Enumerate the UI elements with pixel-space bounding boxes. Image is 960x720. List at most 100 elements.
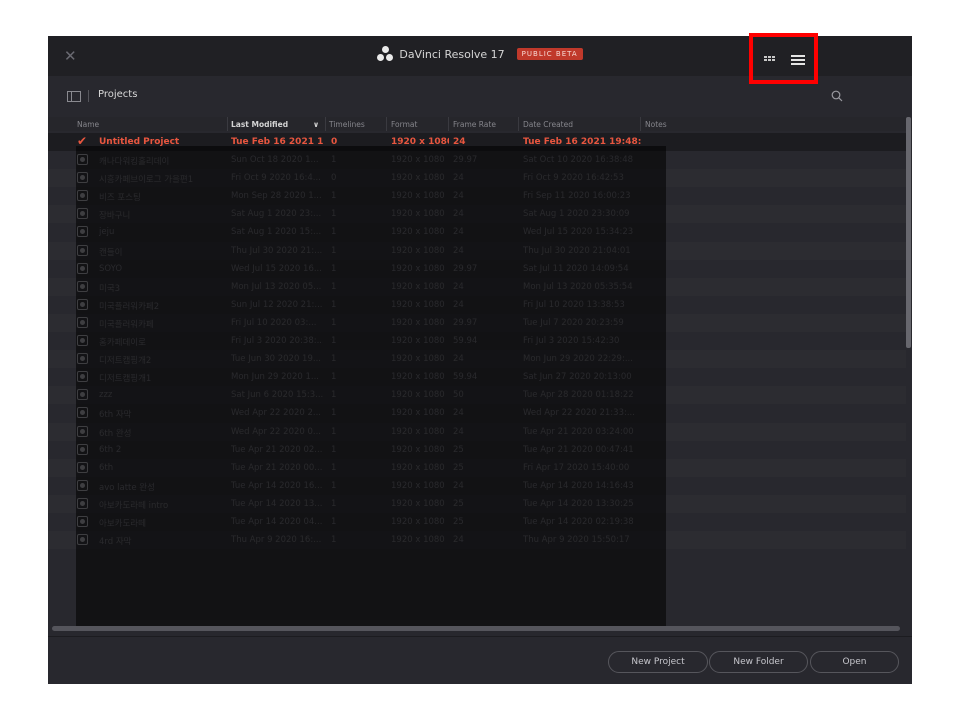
project-date-created: Tue Apr 21 2020 03:24:00 [523,426,634,437]
project-row[interactable]: zzz Sat Jun 6 2020 15:3... 1 1920 x 1080 50 T… [48,386,906,405]
project-row[interactable]: 6th Tue Apr 21 2020 00... 1 1920 x 1080 25 Fr… [48,458,906,477]
project-row[interactable]: 6th 자막 Wed Apr 22 2020 2... 1 1920 x 1080 24… [48,404,906,422]
project-name: 캐나다워킹홀리데이 [99,157,170,168]
project-format: 1920 x 1080 [391,191,445,202]
project-name: 비즈 포스팅 [99,193,141,204]
project-timelines: 1 [331,299,337,310]
project-list: ✔ Untitled Project Tue Feb 16 2021 1... 0 19… [48,133,906,550]
project-timelines: 1 [331,263,337,274]
project-last-modified: Fri Jul 10 2020 03:... [231,317,317,328]
column-header-frame-rate[interactable]: Frame Rate [453,120,496,129]
project-row[interactable]: 캔들이 Thu Jul 30 2020 21:... 1 1920 x 1080 24 T… [48,241,906,260]
sidebar-toggle-icon[interactable] [67,91,81,102]
project-row[interactable]: 4rd 자막 Thu Apr 9 2020 16:... 1 1920 x 1080 2… [48,531,906,550]
project-last-modified: Fri Oct 9 2020 16:4... [231,173,321,184]
project-last-modified: Sat Jun 6 2020 15:3... [231,390,323,401]
sort-descending-icon[interactable]: ∨ [313,120,319,129]
project-name: 6th 2 [99,444,122,455]
project-format: 1920 x 1080 [391,444,445,455]
project-file-icon [77,154,88,166]
project-frame-rate: 24 [453,245,464,256]
project-file-icon [77,371,88,383]
project-date-created: Wed Apr 22 2020 21:33:... [523,408,635,419]
project-format: 1920 x 1080 [391,516,445,527]
project-name: avo latte 완성 [99,482,155,493]
column-header-timelines[interactable]: Timelines [329,120,365,129]
project-timelines: 1 [331,336,337,347]
project-timelines: 1 [331,155,337,166]
project-format: 1920 x 1080 [391,263,445,274]
project-format: 1920 x 1080 [391,281,445,292]
project-date-created: Fri Apr 17 2020 15:40:00 [523,462,630,473]
project-last-modified: Tue Apr 21 2020 02... [231,444,323,455]
project-file-icon [77,262,88,274]
project-date-created: Tue Apr 28 2020 01:18:22 [523,390,634,401]
current-project-check-icon: ✔ [77,134,88,148]
project-last-modified: Tue Apr 14 2020 04... [231,516,323,527]
project-row[interactable]: 장바구니 Sat Aug 1 2020 23:... 1 1920 x 1080 24 S… [48,205,906,224]
project-row[interactable]: 비즈 포스팅 Mon Sep 28 2020 1... 1 1920 x 1080 24… [48,187,906,205]
project-file-icon [77,280,88,292]
column-header-notes[interactable]: Notes [645,120,667,129]
project-date-created: Fri Sep 11 2020 16:00:23 [523,191,631,202]
project-row[interactable]: 미국플러워카페2 Sun Jul 12 2020 21:... 1 1920 x 10… [48,296,906,314]
vertical-scrollbar[interactable] [906,117,911,348]
project-row[interactable]: 미국3 Mon Jul 13 2020 05... 1 1920 x 1080 24 Mo… [48,277,906,296]
project-row[interactable]: 6th 2 Tue Apr 21 2020 02... 1 1920 x 1080 25… [48,441,906,459]
project-last-modified: Fri Jul 3 2020 20:38:... [231,336,323,347]
project-timelines: 1 [331,516,337,527]
project-last-modified: Thu Jul 30 2020 21:... [231,245,323,256]
project-row[interactable]: jeju Sat Aug 1 2020 15:... 1 1920 x 1080 24 W… [48,223,906,241]
project-name: 아보카도라떼 intro [99,500,169,511]
project-frame-rate: 24 [453,227,464,238]
column-header-format[interactable]: Format [391,120,417,129]
project-last-modified: Mon Jun 29 2020 1... [231,372,319,383]
project-frame-rate: 24 [453,281,464,292]
project-format: 1920 x 1080 [391,173,445,184]
open-button[interactable]: Open [810,651,899,673]
project-frame-rate: 29.97 [453,155,478,166]
project-frame-rate: 24 [453,426,464,437]
project-row[interactable]: avo latte 완성 Tue Apr 14 2020 16... 1 1920 x… [48,477,906,495]
project-timelines: 1 [331,498,337,509]
project-last-modified: Tue Feb 16 2021 1... [231,137,323,147]
project-timelines: 1 [331,372,337,383]
project-format: 1920 x 1080 [391,227,445,238]
project-frame-rate: 24 [453,191,464,202]
project-frame-rate: 29.97 [453,317,478,328]
project-format: 1920 x 1080 [391,498,445,509]
project-file-icon [77,190,88,202]
project-date-created: Tue Jul 7 2020 20:23:59 [523,317,624,328]
project-last-modified: Wed Apr 22 2020 2... [231,408,322,419]
project-frame-rate: 25 [453,516,464,527]
project-row[interactable]: 6th 완성 Wed Apr 22 2020 0... 1 1920 x 1080 24… [48,422,906,441]
search-icon[interactable] [831,90,843,102]
project-row[interactable]: SOYO Wed Jul 15 2020 16... 1 1920 x 1080 29.… [48,260,906,278]
project-row[interactable]: ✔ Untitled Project Tue Feb 16 2021 1... 0 19… [48,133,906,152]
project-row[interactable]: 디저트캠핑개1 Mon Jun 29 2020 1... 1 1920 x 1080 5… [48,368,906,386]
column-header-name[interactable]: Name [77,120,99,129]
project-row[interactable]: 아보카도라떼 Tue Apr 14 2020 04... 1 1920 x 1080 2… [48,513,906,531]
project-row[interactable]: 시흥카페브이로그 가을편1 Fri Oct 9 2020 16:4... 0 1920… [48,169,906,188]
project-format: 1920 x 1080 [391,535,445,546]
project-row[interactable]: 디저트캠핑개2 Tue Jun 30 2020 19... 1 1920 x 1080… [48,350,906,369]
project-name: SOYO [99,263,123,274]
project-name: 캔들이 [99,247,123,258]
project-timelines: 1 [331,209,337,220]
project-timelines: 0 [331,137,338,147]
grid-view-icon[interactable] [764,56,775,61]
project-date-created: Fri Oct 9 2020 16:42:53 [523,173,624,184]
project-row[interactable]: 아보카도라떼 intro Tue Apr 14 2020 13... 1 1920 x… [48,494,906,513]
list-view-icon[interactable] [791,55,805,65]
project-name: 시흥카페브이로그 가을편1 [99,175,194,186]
project-row[interactable]: 홈카페데이로 Fri Jul 3 2020 20:38:... 1 1920 x 10… [48,332,906,350]
new-folder-button[interactable]: New Folder [709,651,808,673]
project-date-created: Sat Jul 11 2020 14:09:54 [523,263,629,274]
project-file-icon [77,515,88,527]
horizontal-scrollbar[interactable] [52,626,900,631]
column-header-last-modified[interactable]: Last Modified [231,120,288,129]
new-project-button[interactable]: New Project [608,651,708,673]
column-header-date-created[interactable]: Date Created [523,120,573,129]
project-row[interactable]: 캐나다워킹홀리데이 Sun Oct 18 2020 1... 1 1920 x 108… [48,151,906,169]
project-row[interactable]: 미국플러워카페 Fri Jul 10 2020 03:... 1 1920 x 108… [48,313,906,333]
